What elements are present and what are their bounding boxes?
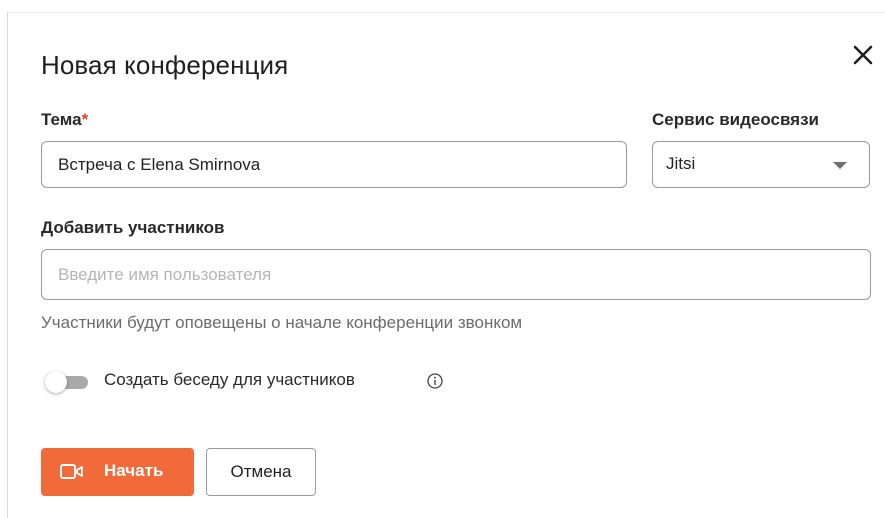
toggle-knob (45, 371, 67, 393)
chevron-down-icon (833, 162, 847, 169)
required-mark: * (81, 110, 89, 129)
close-icon (853, 45, 873, 65)
dialog-title: Новая конференция (41, 50, 289, 80)
info-icon[interactable] (427, 373, 443, 389)
cancel-button[interactable]: Отмена (206, 448, 316, 496)
topic-label-text: Тема (41, 110, 82, 129)
video-camera-icon (60, 464, 83, 479)
dialog-left-border (7, 12, 8, 518)
dialog-top-border (7, 12, 885, 13)
service-select[interactable]: Jitsi (652, 141, 870, 188)
service-select-value: Jitsi (666, 154, 696, 173)
start-button-label: Начать (104, 461, 164, 480)
participants-hint: Участники будут оповещены о начале конфе… (41, 313, 523, 332)
new-conference-dialog: Новая конференция Тема* Сервис видеосвяз… (0, 0, 885, 518)
topic-label: Тема* (41, 110, 88, 130)
participants-input[interactable] (41, 249, 871, 300)
create-chat-toggle[interactable] (44, 371, 104, 393)
close-button[interactable] (850, 42, 876, 68)
service-label: Сервис видеосвязи (652, 110, 820, 129)
start-button[interactable]: Начать (41, 448, 194, 496)
create-chat-label: Создать беседу для участников (104, 370, 355, 389)
cancel-button-label: Отмена (230, 462, 292, 481)
participants-label: Добавить участников (41, 218, 225, 237)
topic-input[interactable] (41, 141, 627, 188)
